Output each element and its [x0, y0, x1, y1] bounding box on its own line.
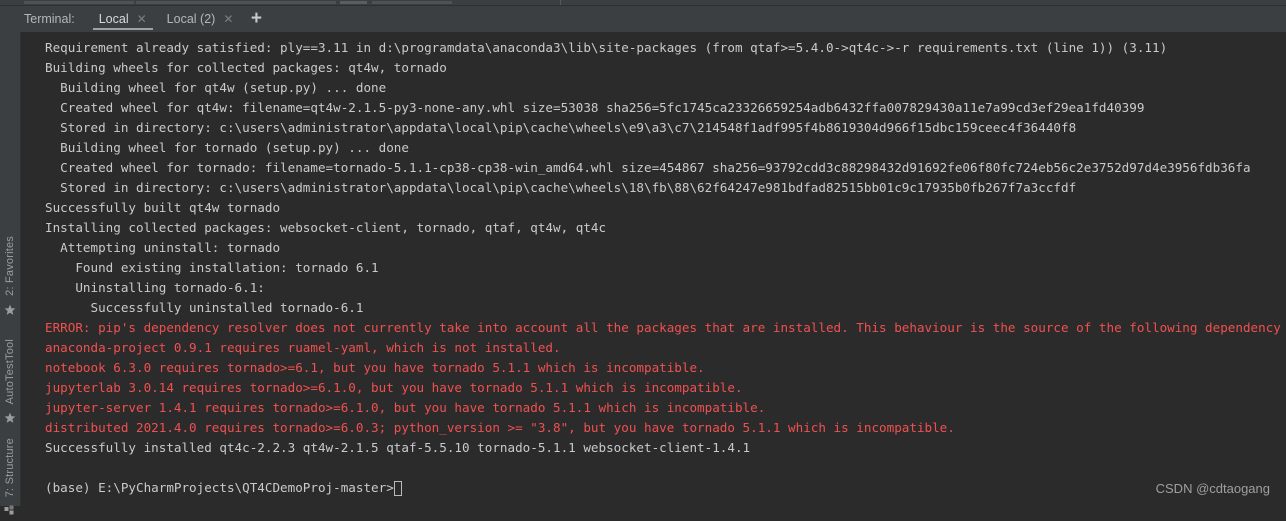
console-line: Successfully installed qt4c-2.2.3 qt4w-2…	[45, 440, 751, 455]
console-line: Created wheel for tornado: filename=torn…	[45, 160, 1251, 175]
console-line: Building wheel for qt4w (setup.py) ... d…	[45, 80, 387, 95]
terminal-console[interactable]: Requirement already satisfied: ply==3.11…	[21, 32, 1286, 506]
terminal-body: 2: Favorites AutoTestTool 7: Structure R…	[0, 32, 1286, 515]
console-line: Stored in directory: c:\users\administra…	[45, 180, 1077, 195]
console-line: Uninstalling tornado-6.1:	[45, 280, 265, 295]
console-line: distributed 2021.4.0 requires tornado>=6…	[45, 420, 955, 435]
terminal-label: Terminal:	[24, 12, 75, 26]
close-icon[interactable]: ✕	[223, 13, 233, 25]
console-line: Successfully built qt4w tornado	[45, 200, 281, 215]
strip-segment	[24, 1, 134, 4]
tab-local[interactable]: Local ✕	[89, 6, 157, 32]
tab-local-2[interactable]: Local (2) ✕	[157, 6, 244, 32]
terminal-tab-bar: Terminal: Local ✕ Local (2) ✕ +	[0, 6, 1286, 32]
console-line: Requirement already satisfied: ply==3.11…	[45, 40, 1168, 55]
console-line: Attempting uninstall: tornado	[45, 240, 281, 255]
strip-segment	[340, 1, 367, 4]
close-icon[interactable]: ✕	[137, 13, 147, 25]
grid-icon	[4, 502, 16, 521]
terminal-tool-window: Terminal: Local ✕ Local (2) ✕ + 2: Favor…	[0, 0, 1286, 515]
left-tool-rail: 2: Favorites AutoTestTool 7: Structure	[0, 32, 21, 515]
add-tab-button[interactable]: +	[243, 6, 269, 32]
console-line: Installing collected packages: websocket…	[45, 220, 607, 235]
console-line: jupyter-server 1.4.1 requires tornado>=6…	[45, 400, 766, 415]
console-line: Building wheel for tornado (setup.py) ..…	[45, 140, 409, 155]
star-icon	[4, 409, 16, 428]
tab-local-label: Local	[98, 12, 129, 26]
watermark: CSDN @cdtaogang	[1155, 481, 1270, 496]
console-line: Found existing installation: tornado 6.1	[45, 260, 379, 275]
console-line: notebook 6.3.0 requires tornado>=6.1, bu…	[45, 360, 705, 375]
sidebar-item-favorites[interactable]: 2: Favorites	[0, 236, 20, 320]
console-line: Successfully uninstalled tornado-6.1	[45, 300, 364, 315]
console-line: jupyterlab 3.0.14 requires tornado>=6.1.…	[45, 380, 743, 395]
tab-local-2-label: Local (2)	[166, 12, 216, 26]
star-icon	[4, 301, 16, 320]
command-prompt-line[interactable]: (base) E:\PyCharmProjects\QT4CDemoProj-m…	[45, 478, 1286, 498]
console-line: Building wheels for collected packages: …	[45, 60, 447, 75]
text-cursor	[393, 480, 402, 496]
strip-segment	[372, 1, 452, 4]
strip-segment	[136, 1, 336, 4]
console-line: Stored in directory: c:\users\administra…	[45, 120, 1077, 135]
sidebar-item-autotesttool-label: AutoTestTool	[4, 339, 16, 405]
sidebar-item-structure-label: 7: Structure	[4, 438, 16, 498]
console-line: anaconda-project 0.9.1 requires ruamel-y…	[45, 340, 561, 355]
sidebar-item-favorites-label: 2: Favorites	[4, 236, 16, 296]
sidebar-item-structure[interactable]: 7: Structure	[0, 438, 20, 521]
prompt-text: (base) E:\PyCharmProjects\QT4CDemoProj-m…	[45, 480, 394, 495]
sidebar-item-autotesttool[interactable]: AutoTestTool	[0, 339, 20, 428]
console-line: Created wheel for qt4w: filename=qt4w-2.…	[45, 100, 1145, 115]
console-line: ERROR: pip's dependency resolver does no…	[45, 320, 1286, 335]
console-output: Requirement already satisfied: ply==3.11…	[45, 38, 1286, 478]
strip-divider	[560, 0, 561, 5]
